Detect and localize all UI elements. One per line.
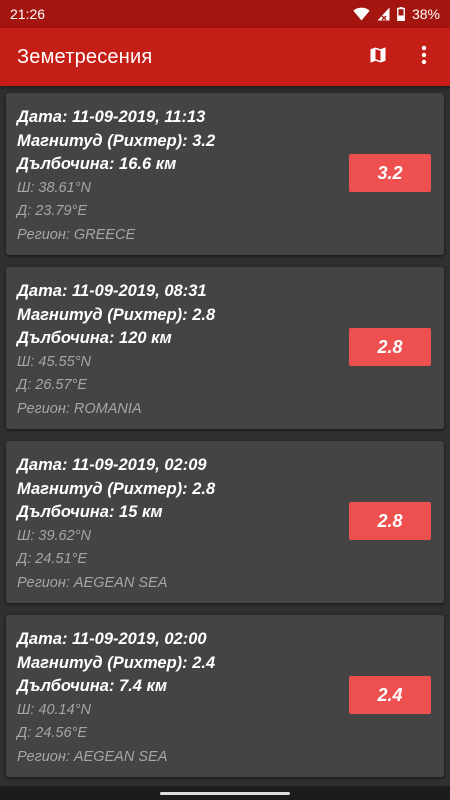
quake-region: Регион: AEGEAN SEA [17, 574, 168, 591]
quake-magnitude: Магнитуд (Рихтер): 2.8 [17, 305, 216, 324]
overflow-menu-button[interactable] [404, 37, 444, 77]
wifi-icon [353, 7, 370, 21]
map-icon [368, 45, 388, 70]
quake-longitude: Д: 24.51°E [17, 551, 88, 567]
status-bar: 21:26 38% [0, 0, 450, 28]
quake-date: Дата: 11-09-2019, 08:31 [17, 282, 207, 300]
earthquake-card[interactable]: Дата: 11-09-2019, 08:31 Магнитуд (Рихтер… [6, 267, 444, 429]
page-title: Земетресения [17, 45, 153, 68]
magnitude-badge: 3.2 [349, 154, 431, 192]
quake-date: Дата: 11-09-2019, 11:13 [17, 108, 206, 126]
quake-longitude: Д: 23.79°E [17, 203, 88, 219]
earthquake-card[interactable]: Дата: 11-09-2019, 11:13 Магнитуд (Рихтер… [6, 93, 444, 255]
app-bar: Земетресения [0, 28, 450, 86]
earthquake-card[interactable]: Дата: 11-09-2019, 02:00 Магнитуд (Рихтер… [6, 615, 444, 777]
quake-magnitude: Магнитуд (Рихтер): 2.8 [17, 479, 216, 498]
quake-date: Дата: 11-09-2019, 02:09 [17, 456, 207, 474]
magnitude-badge: 2.4 [349, 676, 431, 714]
earthquake-card[interactable]: Дата: 11-09-2019, 02:09 Магнитуд (Рихтер… [6, 441, 444, 603]
magnitude-badge: 2.8 [349, 502, 431, 540]
quake-region: Регион: ROMANIA [17, 400, 142, 417]
battery-percent: 38% [411, 6, 440, 22]
earthquake-list[interactable]: Дата: 11-09-2019, 11:13 Магнитуд (Рихтер… [0, 86, 450, 800]
quake-date: Дата: 11-09-2019, 02:00 [17, 630, 207, 648]
more-vert-icon [421, 45, 427, 70]
home-gesture-handle[interactable] [160, 791, 290, 795]
quake-longitude: Д: 26.57°E [17, 377, 88, 393]
quake-magnitude: Магнитуд (Рихтер): 2.4 [17, 653, 216, 672]
quake-region: Регион: AEGEAN SEA [17, 748, 168, 765]
quake-magnitude: Магнитуд (Рихтер): 3.2 [17, 131, 216, 150]
quake-region: Регион: GREECE [17, 226, 136, 243]
navigation-bar [0, 786, 450, 800]
map-button[interactable] [358, 37, 398, 77]
signal-icon [377, 7, 390, 21]
quake-longitude: Д: 24.56°E [17, 725, 88, 741]
magnitude-badge: 2.8 [349, 328, 431, 366]
status-icons: 38% [353, 6, 440, 22]
status-time: 21:26 [10, 6, 46, 22]
battery-icon [397, 7, 405, 21]
